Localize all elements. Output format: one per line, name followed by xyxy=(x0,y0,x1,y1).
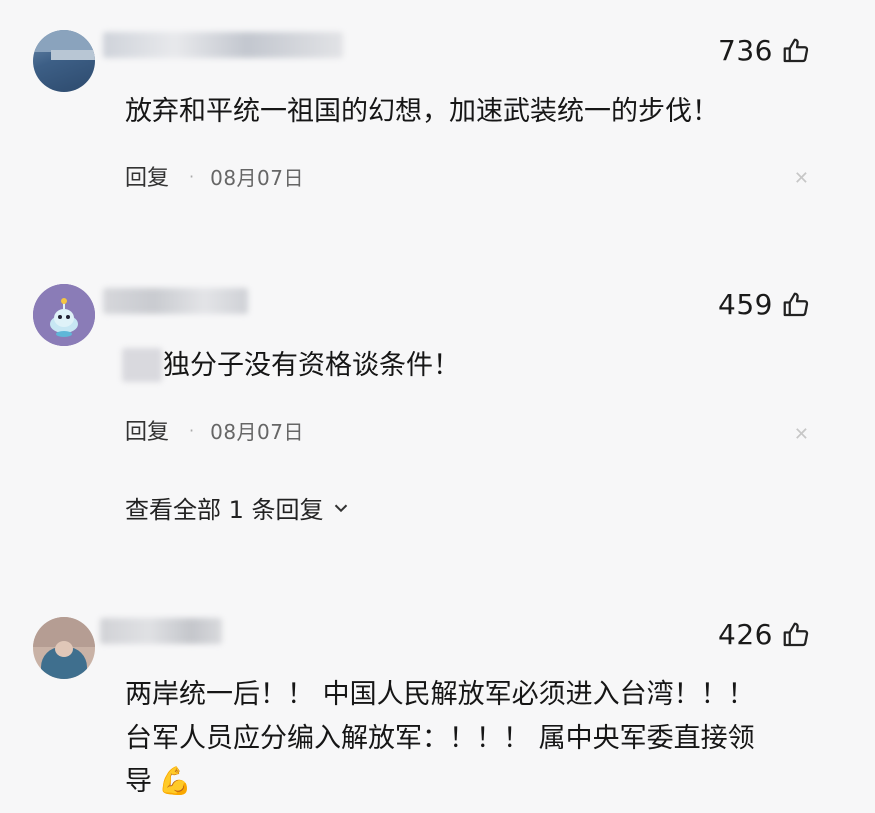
comment-meta: 回复 · 08月07日 xyxy=(125,160,304,192)
reply-button[interactable]: 回复 xyxy=(125,160,169,192)
comment-text-line: 两岸统一后！！ 中国人民解放军必须进入台湾！！！ xyxy=(125,679,755,710)
close-icon[interactable]: ✕ xyxy=(794,424,809,445)
comment-date: 08月07日 xyxy=(210,165,305,190)
comment-date: 08月07日 xyxy=(210,419,305,444)
reply-button[interactable]: 回复 xyxy=(125,414,169,446)
chevron-down-icon xyxy=(334,504,347,512)
comment-text-line: 导 💪 xyxy=(125,762,192,802)
thumbs-up-icon[interactable] xyxy=(781,36,811,66)
username-blurred[interactable] xyxy=(100,618,222,644)
separator-dot: · xyxy=(189,166,195,186)
separator-dot: · xyxy=(189,420,195,440)
username-blurred[interactable] xyxy=(103,288,248,314)
like-count-value: 426 xyxy=(718,618,773,651)
like-count-value: 459 xyxy=(718,288,773,321)
thumbs-up-icon[interactable] xyxy=(781,290,811,320)
view-all-replies-label: 查看全部 1 条回复 xyxy=(125,496,324,524)
view-all-replies-button[interactable]: 查看全部 1 条回复 xyxy=(125,490,352,525)
comment-text-line-end: 导 xyxy=(125,766,152,797)
comment-text: 放弃和平统一祖国的幻想，加速武装统一的步伐！ xyxy=(125,96,719,127)
avatar[interactable] xyxy=(33,617,95,679)
close-icon[interactable]: ✕ xyxy=(794,168,809,189)
like-count-value: 736 xyxy=(718,34,773,67)
avatar[interactable] xyxy=(33,284,95,346)
flexed-biceps-emoji: 💪 xyxy=(158,766,192,797)
comment-meta: 回复 · 08月07日 xyxy=(125,414,304,446)
like-count[interactable]: 426 xyxy=(718,618,811,651)
comment-text-line: 台军人员应分编入解放军：！！！ 属中央军委直接领 xyxy=(125,723,755,754)
comment-text: 独分子没有资格谈条件！ xyxy=(163,350,460,381)
like-count[interactable]: 459 xyxy=(718,288,811,321)
username-blurred[interactable] xyxy=(103,32,343,58)
robot-avatar-icon xyxy=(33,284,95,346)
thumbs-up-icon[interactable] xyxy=(781,620,811,650)
redacted-text xyxy=(122,348,162,382)
avatar[interactable] xyxy=(33,30,95,92)
like-count[interactable]: 736 xyxy=(718,34,811,67)
